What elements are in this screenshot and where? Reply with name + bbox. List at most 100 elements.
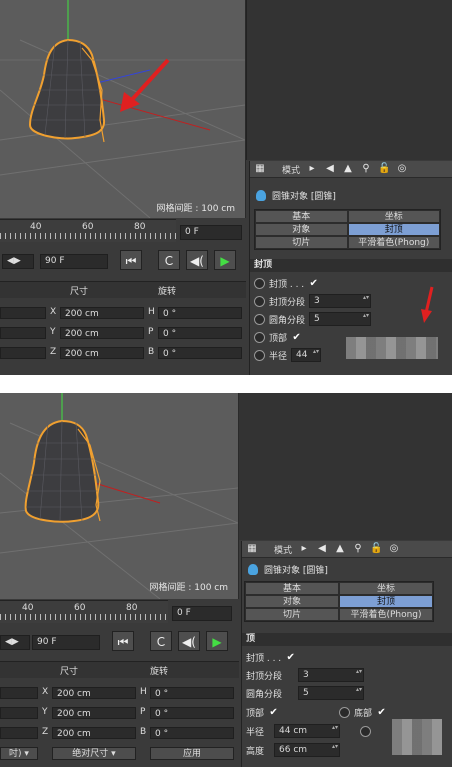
mode-menu[interactable]: 模式 (272, 163, 300, 176)
size-mode-dropdown[interactable]: 绝对尺寸 ▾ (52, 747, 136, 760)
search-icon[interactable]: ⚲ (352, 543, 364, 555)
cone-icon (256, 189, 266, 201)
top-checkbox-2[interactable]: ✔ (268, 707, 279, 718)
tab-object[interactable]: 对象 (255, 223, 348, 236)
radius-input[interactable]: 44 (291, 348, 322, 362)
key-icon[interactable]: ◀( (178, 631, 200, 651)
separator (0, 375, 452, 393)
radius-bottom-radio-2[interactable] (360, 725, 371, 737)
cap-segments-input-2[interactable]: 3 (298, 668, 364, 682)
target-icon[interactable]: ◎ (388, 543, 400, 555)
transport-bar: ◀▶ 90 F ⏮ Ｃ ◀( ▶ (0, 248, 246, 274)
grid-icon[interactable]: ▦ (254, 163, 266, 175)
rot-b-field[interactable]: 0 ° (158, 347, 242, 359)
caps-checkbox[interactable]: ✔ (308, 278, 319, 289)
radius-input-2[interactable]: 44 cm (274, 724, 340, 738)
attribute-tabs: 基本 坐标 对象 封顶 切片 平滑着色(Phong) (254, 209, 441, 250)
current-frame-field[interactable]: 0 F (180, 225, 242, 240)
size-z-field-2[interactable]: 200 cm (52, 727, 136, 739)
size-z-field[interactable]: 200 cm (60, 347, 144, 359)
cap-segments-radio[interactable] (254, 295, 265, 307)
pos-y-field[interactable] (0, 327, 46, 339)
current-frame-field-2[interactable]: 0 F (172, 606, 232, 621)
mode-menu-2[interactable]: 模式 (264, 543, 292, 556)
ruler-tick-40-2: 40 (22, 603, 34, 613)
lock-icon[interactable]: 🔓 (378, 163, 390, 175)
search-icon[interactable]: ⚲ (360, 163, 372, 175)
tab-caps-2[interactable]: 封顶 (339, 595, 433, 608)
timeline-ruler[interactable]: 40 60 80 (0, 219, 176, 242)
size-y-field[interactable]: 200 cm (60, 327, 144, 339)
pos-y-field-2[interactable] (0, 707, 38, 719)
target-icon[interactable]: ◎ (396, 163, 408, 175)
cursor-icon[interactable]: ▲ (342, 163, 354, 175)
coord-mode-dropdown[interactable]: 吋) ▾ (0, 747, 38, 760)
tab-caps[interactable]: 封顶 (347, 223, 440, 236)
prev-button[interactable]: ◀▶ (2, 254, 34, 269)
bottom-radio-2[interactable] (339, 706, 351, 718)
rot-p-field-2[interactable]: 0 ° (150, 707, 234, 719)
coord-mode-label: 吋) (9, 749, 22, 759)
tab-slice[interactable]: 切片 (255, 236, 348, 249)
coord-row-z: Z 200 cm B 0 ° (0, 345, 246, 361)
coord-header-2: 尺寸 旋转 (0, 661, 239, 678)
grid-icon[interactable]: ▦ (246, 543, 258, 555)
first-frame-icon[interactable]: ⏮ (120, 250, 142, 270)
top-bottom-row-2: 顶部 ✔ 底部 ✔ (246, 704, 449, 720)
viewport-2[interactable]: 网格间距 : 100 cm (0, 393, 239, 599)
tab-basic-2[interactable]: 基本 (245, 582, 339, 595)
pos-z-field[interactable] (0, 347, 46, 359)
size-x-field[interactable]: 200 cm (60, 307, 144, 319)
caps-section-header: 封顶 (250, 259, 452, 272)
tab-slice-2[interactable]: 切片 (245, 608, 339, 621)
tab-phong[interactable]: 平滑着色(Phong) (347, 236, 440, 249)
tab-object-2[interactable]: 对象 (245, 595, 339, 608)
attributes-panel: ▦ 模式 ▸ ◀ ▲ ⚲ 🔓 ◎ 圆锥对象 [圆锥] 基本 坐标 对象 封顶 切… (249, 161, 452, 375)
fillet-segments-row-2: 圆角分段 5 (246, 685, 449, 701)
size-x-field-2[interactable]: 200 cm (52, 687, 136, 699)
apply-button[interactable]: 应用 (150, 747, 234, 760)
end-frame-field[interactable]: 90 F (40, 254, 108, 269)
key-icon[interactable]: ◀( (186, 250, 208, 270)
top-radio[interactable] (254, 331, 265, 343)
height-input-2[interactable]: 66 cm (274, 743, 340, 757)
pos-x-field[interactable] (0, 307, 46, 319)
rot-h-field[interactable]: 0 ° (158, 307, 242, 319)
object-title-row: 圆锥对象 [圆锥] (250, 187, 452, 203)
bottom-checkbox-2[interactable]: ✔ (376, 707, 387, 718)
pos-x-field-2[interactable] (0, 687, 38, 699)
rot-b-field-2[interactable]: 0 ° (150, 727, 234, 739)
size-y-field-2[interactable]: 200 cm (52, 707, 136, 719)
fillet-segments-input[interactable]: 5 (309, 312, 372, 326)
tab-coord[interactable]: 坐标 (347, 210, 440, 223)
pos-z-field-2[interactable] (0, 727, 38, 739)
rot-h-field-2[interactable]: 0 ° (150, 687, 234, 699)
tab-phong-2[interactable]: 平滑着色(Phong) (339, 608, 433, 621)
arrow-left-icon[interactable]: ◀ (316, 543, 328, 555)
cursor-icon[interactable]: ▲ (334, 543, 346, 555)
play-icon[interactable]: ▶ (214, 250, 236, 270)
prev-button-2[interactable]: ◀▶ (0, 635, 30, 650)
tab-basic[interactable]: 基本 (255, 210, 348, 223)
tab-coord-2[interactable]: 坐标 (339, 582, 433, 595)
first-frame-icon[interactable]: ⏮ (112, 631, 134, 651)
caps-section-header-2: 顶 (242, 633, 452, 646)
end-frame-field-2[interactable]: 90 F (32, 635, 100, 650)
cap-segments-input[interactable]: 3 (309, 294, 372, 308)
lock-icon[interactable]: 🔓 (370, 543, 382, 555)
record-icon[interactable]: Ｃ (150, 631, 172, 651)
coord-row-y-2: Y 200 cm P 0 ° (0, 705, 239, 721)
fillet-segments-radio[interactable] (254, 313, 265, 325)
ruler-tick-80: 80 (134, 222, 146, 232)
arrow-left-icon[interactable]: ◀ (324, 163, 336, 175)
play-icon[interactable]: ▶ (206, 631, 228, 651)
record-icon[interactable]: Ｃ (158, 250, 180, 270)
radius-radio[interactable] (254, 349, 265, 361)
top-checkbox[interactable]: ✔ (291, 332, 302, 343)
rot-p-field[interactable]: 0 ° (158, 327, 242, 339)
caps-radio[interactable] (254, 277, 265, 289)
viewport[interactable]: 网格间距 : 100 cm (0, 0, 246, 218)
timeline-ruler-2[interactable]: 40 60 80 (0, 600, 168, 623)
caps-checkbox-2[interactable]: ✔ (285, 652, 296, 663)
fillet-segments-input-2[interactable]: 5 (298, 686, 364, 700)
